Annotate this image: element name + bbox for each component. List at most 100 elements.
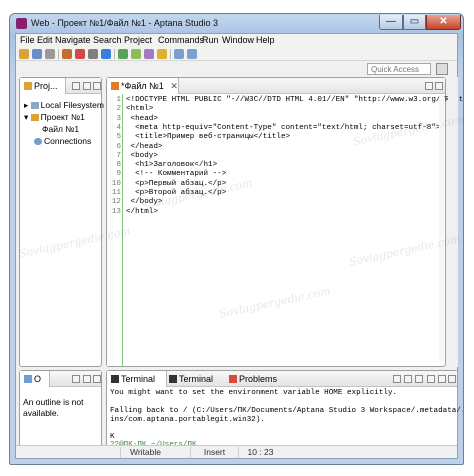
home-icon[interactable] — [75, 49, 85, 59]
maximize-view-icon[interactable] — [93, 375, 101, 383]
menu-help[interactable]: Help — [256, 35, 275, 45]
close-tab-icon[interactable]: ✕ — [170, 81, 178, 91]
tab-outline[interactable]: O — [20, 371, 50, 387]
minimize-view-icon[interactable] — [83, 82, 91, 90]
view-menu-icon[interactable] — [72, 375, 80, 383]
display-selected-icon[interactable] — [404, 375, 412, 383]
line-number: 11 — [111, 189, 121, 197]
toolbar-separator — [170, 49, 171, 59]
problems-icon — [229, 375, 237, 383]
print-icon[interactable] — [45, 49, 55, 59]
tab-problems[interactable]: Problems — [229, 374, 277, 384]
code-line: <head> — [126, 114, 158, 123]
code-line: <html> — [126, 105, 154, 114]
web-icon[interactable] — [101, 49, 111, 59]
maximize-view-icon[interactable] — [435, 82, 443, 90]
tree-item-label: Local Filesystem — [40, 100, 104, 110]
tab-project-explorer[interactable]: Proj... — [20, 78, 66, 94]
deploy-icon[interactable] — [144, 49, 154, 59]
maximize-view-icon[interactable] — [93, 82, 101, 90]
editor-header: *Файл №1 ✕ — [107, 78, 445, 94]
line-number: 10 — [111, 179, 121, 188]
run-icon[interactable] — [131, 49, 141, 59]
tab-file-1[interactable]: *Файл №1 ✕ — [107, 78, 179, 94]
code-line: <h1>Заголовок</h1> — [126, 161, 218, 170]
debug-icon[interactable] — [118, 49, 128, 59]
line-number: 8 — [116, 161, 121, 170]
status-cursor-position: 10 : 23 — [238, 447, 282, 458]
pin-icon[interactable] — [415, 375, 423, 383]
forward-icon[interactable] — [187, 49, 197, 59]
tree-item-local-filesystem[interactable]: ▸ Local Filesystem — [24, 100, 104, 111]
aptana-app-icon — [16, 18, 27, 29]
outline-icon — [24, 375, 32, 383]
menu-commands[interactable]: Commands — [158, 35, 204, 45]
minimize-view-icon[interactable] — [425, 82, 433, 90]
menu-project[interactable]: Project — [124, 35, 152, 45]
menu-window[interactable]: Window — [222, 35, 254, 45]
close-button[interactable]: ✕ — [426, 15, 461, 30]
sync-icon[interactable] — [72, 82, 80, 90]
tab-terminal-1[interactable]: Terminal — [107, 371, 167, 387]
menu-file[interactable]: File — [20, 35, 35, 45]
quick-access-input[interactable] — [367, 63, 431, 75]
line-number: 12 — [111, 198, 121, 207]
code-line: <body> — [126, 151, 158, 160]
line-number: 5 — [116, 133, 121, 142]
tree-item-file[interactable]: Файл №1 — [42, 124, 79, 135]
connections-icon — [34, 138, 42, 145]
tab-label: Proj... — [34, 81, 58, 91]
terminal-line: ins/com.aptana.portablegit.win32). — [110, 416, 265, 424]
terminal-panel: Terminal Terminal Problems You might wan… — [106, 370, 463, 457]
code-line: <!-- Комментарий --> — [126, 170, 227, 179]
explorer-header: Proj... — [20, 78, 101, 94]
new-icon[interactable] — [19, 49, 29, 59]
line-number: 9 — [116, 170, 121, 179]
project-icon[interactable] — [62, 49, 72, 59]
maximize-view-icon[interactable] — [448, 375, 456, 383]
minimize-view-icon[interactable] — [83, 375, 91, 383]
menu-edit[interactable]: Edit — [37, 35, 53, 45]
tab-label: Problems — [239, 374, 278, 384]
tree-item-label: Connections — [44, 136, 92, 146]
window-title: Web - Проект №1/Файл №1 - Aptana Studio … — [31, 18, 218, 28]
tree-item-project[interactable]: ▾ Проект №1 — [24, 112, 85, 123]
minimize-button[interactable]: — — [379, 15, 403, 30]
menu-bar: File Edit Navigate Search Project Comman… — [16, 34, 457, 47]
terminal-icon[interactable] — [88, 49, 98, 59]
tree-item-connections[interactable]: Connections — [34, 136, 91, 147]
toolbar-separator — [58, 49, 59, 59]
line-number: 6 — [116, 142, 121, 151]
menu-search[interactable]: Search — [93, 35, 122, 45]
title-bar[interactable]: Web - Проект №1/Файл №1 - Aptana Studio … — [10, 14, 463, 33]
search-icon[interactable] — [157, 49, 167, 59]
back-icon[interactable] — [174, 49, 184, 59]
outline-header: O — [20, 371, 101, 387]
tree-item-label: Файл №1 — [42, 124, 80, 134]
collapse-icon[interactable]: ▾ — [24, 112, 28, 122]
terminal-line: You might want to set the environment va… — [110, 389, 398, 397]
minimize-view-icon[interactable] — [438, 375, 446, 383]
outline-panel: O An outline is not available. — [19, 370, 102, 457]
terminal-icon — [169, 375, 177, 383]
view-menu-icon[interactable] — [427, 375, 435, 383]
line-number: 13 — [111, 207, 121, 216]
menu-run[interactable]: Run — [202, 35, 219, 45]
status-bar: Writable Insert 10 : 23 — [16, 445, 457, 458]
line-number: 4 — [116, 123, 121, 132]
html-file-icon — [111, 82, 119, 90]
tab-terminal-2[interactable]: Terminal — [169, 374, 213, 384]
perspective-icon[interactable] — [436, 63, 448, 75]
expand-icon[interactable]: ▸ — [24, 100, 28, 110]
terminal-header: Terminal Terminal Problems — [107, 371, 457, 387]
code-line: <!DOCTYPE HTML PUBLIC "-//W3C//DTD HTML … — [126, 96, 464, 104]
code-line: <title>Пример веб-страницы</title> — [126, 133, 291, 142]
quick-access-bar — [16, 61, 457, 76]
main-toolbar — [16, 47, 457, 61]
maximize-button[interactable]: ▭ — [403, 15, 426, 30]
menu-navigate[interactable]: Navigate — [55, 35, 91, 45]
folder-icon — [24, 82, 32, 90]
vertical-scrollbar[interactable] — [439, 94, 444, 362]
new-terminal-icon[interactable] — [393, 375, 401, 383]
save-icon[interactable] — [32, 49, 42, 59]
